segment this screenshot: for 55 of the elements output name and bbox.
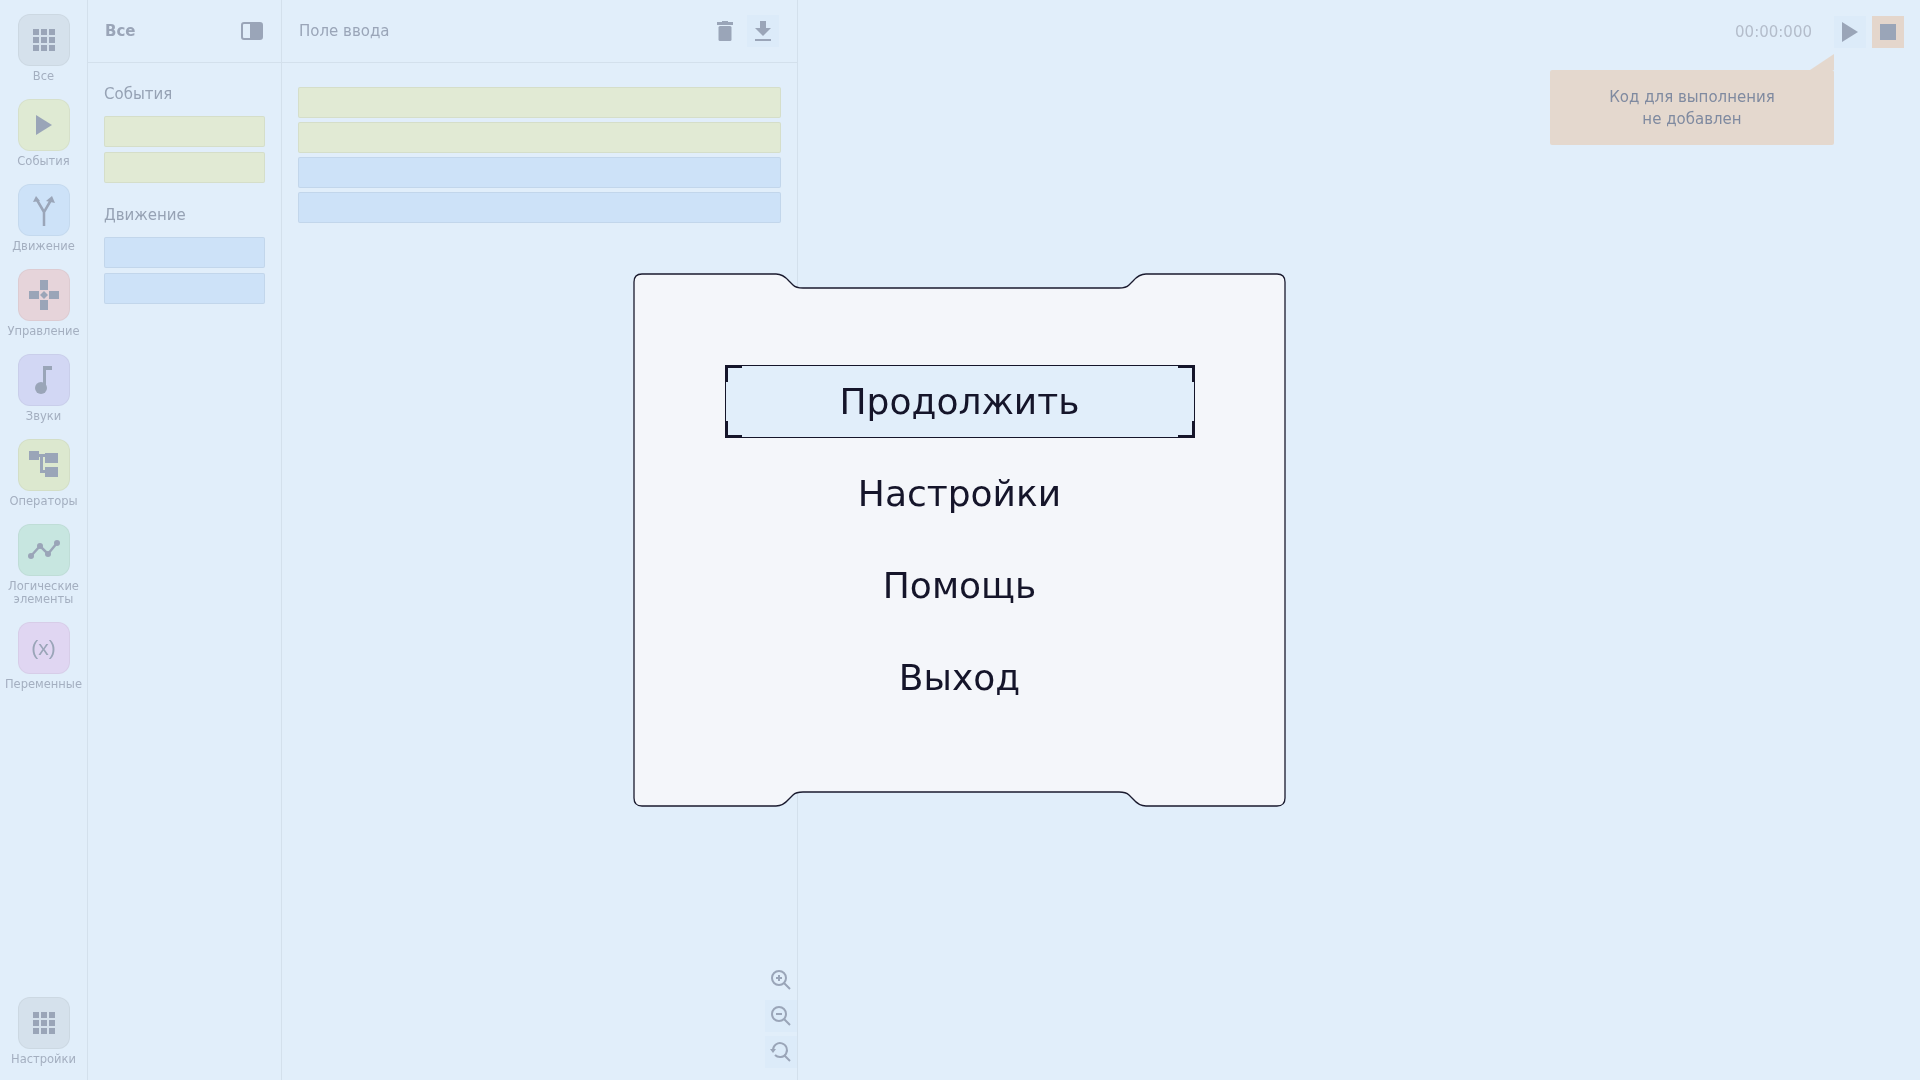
code-block[interactable] (104, 273, 265, 304)
category-button[interactable] (17, 99, 70, 151)
menu-item[interactable]: Помощь (724, 549, 1195, 622)
stop-button[interactable] (1872, 16, 1904, 48)
menu-item[interactable]: Настройки (724, 457, 1195, 530)
category-label: Движение (11, 240, 76, 253)
zoom-reset-button[interactable] (765, 1036, 797, 1068)
code-block[interactable] (104, 116, 265, 147)
zoom-out-icon (770, 1005, 792, 1027)
code-block[interactable] (298, 157, 781, 188)
code-block[interactable] (104, 152, 265, 183)
trash-icon[interactable] (717, 21, 733, 41)
category-label: Звуки (24, 410, 63, 423)
tooltip: Код для выполнения не добавлен (1550, 54, 1834, 145)
panel-title: Все (105, 22, 137, 40)
category-button[interactable] (17, 354, 70, 406)
grid-icon (32, 29, 55, 51)
panel-toggle-icon[interactable] (241, 22, 263, 40)
category-label: Настройки (10, 1053, 77, 1066)
flowchart-icon (28, 451, 59, 479)
workspace-title: Поле ввода (299, 22, 391, 40)
menu-item[interactable]: Продолжить (724, 365, 1195, 438)
category-button[interactable] (17, 184, 70, 236)
line-chart-icon (27, 540, 60, 560)
code-block[interactable] (104, 237, 265, 268)
zoom-in-icon (770, 969, 792, 991)
code-block[interactable] (298, 192, 781, 223)
zoom-out-button[interactable] (765, 1000, 797, 1032)
download-button[interactable] (747, 15, 779, 47)
category-button[interactable] (17, 439, 70, 491)
category-button[interactable] (17, 997, 70, 1049)
category-label: Логические элементы (7, 580, 80, 606)
menu-item[interactable]: Выход (724, 641, 1195, 714)
play-icon (1842, 22, 1858, 42)
category-button[interactable] (17, 269, 70, 321)
grid-icon (32, 1012, 55, 1034)
fork-arrows-icon (30, 194, 57, 226)
category-label: События (16, 155, 71, 168)
stop-icon (1880, 24, 1896, 40)
category-button[interactable] (17, 14, 70, 66)
zoom-reset-icon (770, 1041, 792, 1063)
music-note-icon (33, 366, 54, 394)
play-button[interactable] (1834, 16, 1866, 48)
download-icon (754, 21, 772, 41)
code-block[interactable] (298, 122, 781, 153)
category-label: Все (31, 70, 56, 83)
play-icon (35, 115, 52, 135)
section-title: События (104, 85, 174, 103)
category-label: Управление (6, 325, 81, 338)
code-block[interactable] (298, 87, 781, 118)
category-label: Переменные (3, 678, 83, 691)
category-label: Операторы (8, 495, 79, 508)
dpad-icon (28, 280, 59, 310)
category-button[interactable] (17, 524, 70, 576)
section-title: Движение (104, 206, 187, 224)
